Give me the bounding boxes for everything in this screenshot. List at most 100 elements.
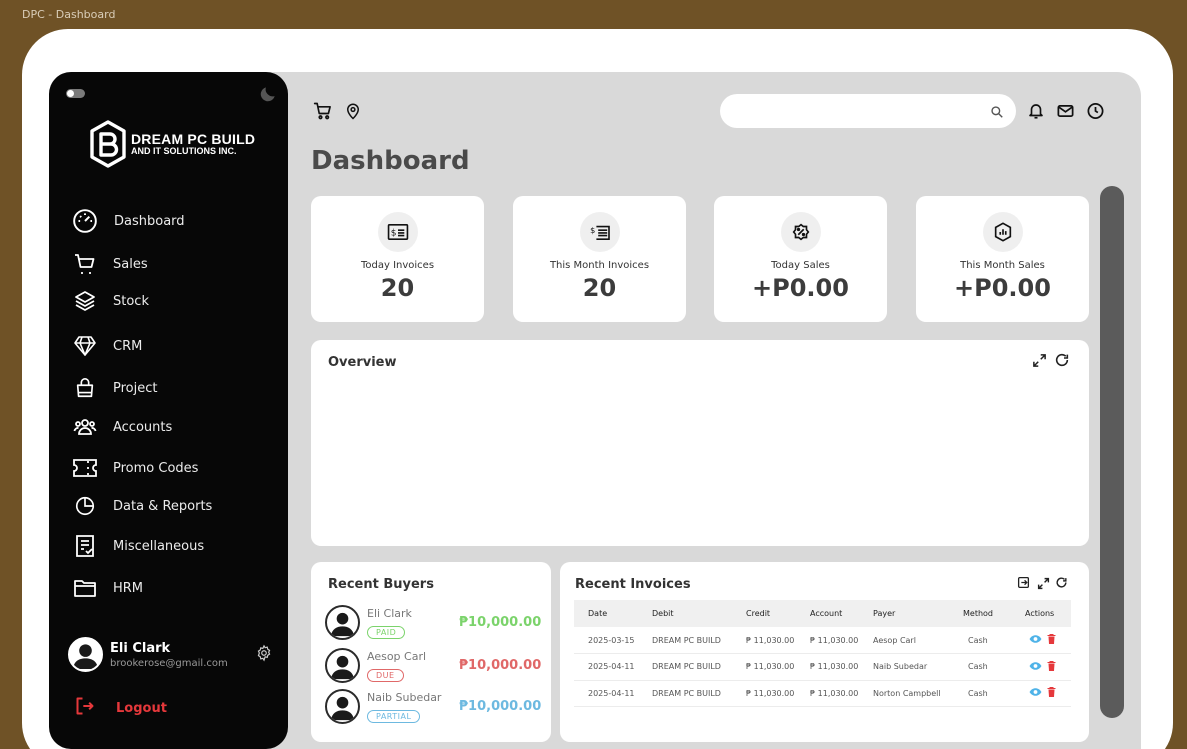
delete-icon[interactable] bbox=[1047, 687, 1056, 698]
search-input[interactable] bbox=[720, 94, 970, 128]
refresh-icon[interactable] bbox=[1055, 574, 1068, 593]
clock-icon[interactable] bbox=[1086, 101, 1106, 121]
list-item[interactable]: Eli Clark PAID ₱10,000.00 bbox=[325, 605, 541, 640]
search-bar[interactable] bbox=[720, 94, 1016, 128]
sidebar-item-data-reports[interactable]: Data & Reports bbox=[71, 492, 212, 520]
status-badge: PAID bbox=[367, 625, 406, 639]
column-header: Account bbox=[796, 600, 859, 627]
expand-icon[interactable] bbox=[1032, 353, 1048, 369]
buyer-name: Eli Clark bbox=[367, 606, 412, 620]
sidebar-item-miscellaneous[interactable]: Miscellaneous bbox=[71, 532, 204, 560]
avatar bbox=[325, 605, 360, 640]
gear-icon[interactable] bbox=[255, 644, 273, 662]
sidebar-item-dashboard[interactable]: Dashboard bbox=[71, 207, 185, 235]
mail-icon[interactable] bbox=[1056, 101, 1076, 121]
stat-label: Today Sales bbox=[771, 260, 830, 271]
table-header-row: Date Debit Credit Account Payer Method A… bbox=[574, 600, 1071, 627]
list-item[interactable]: Aesop Carl DUE ₱10,000.00 bbox=[325, 648, 542, 683]
delete-icon[interactable] bbox=[1047, 634, 1056, 644]
user-email: brookerose@gmail.com bbox=[110, 657, 228, 669]
page-title: Dashboard bbox=[311, 146, 470, 176]
avatar bbox=[325, 648, 360, 683]
sidebar-item-label: Project bbox=[113, 380, 158, 396]
cell-method: Cash bbox=[949, 627, 1011, 654]
cell-method: Cash bbox=[949, 653, 1011, 681]
recent-buyers-panel: Recent Buyers Eli Clark PAID ₱10,000.00 … bbox=[311, 562, 551, 742]
buyer-name: Aesop Carl bbox=[367, 649, 427, 663]
avatar bbox=[325, 689, 360, 724]
logout-button[interactable]: Logout bbox=[75, 696, 167, 720]
delete-icon[interactable] bbox=[1047, 660, 1056, 671]
cell-date: 2025-03-15 bbox=[574, 627, 638, 654]
cart-icon bbox=[71, 250, 99, 278]
diamond-icon bbox=[71, 332, 99, 360]
bell-icon[interactable] bbox=[1027, 101, 1047, 121]
recent-buyers-title: Recent Buyers bbox=[328, 577, 434, 592]
moon-icon[interactable] bbox=[258, 84, 278, 104]
cell-account: ₱ 11,030.00 bbox=[796, 653, 859, 681]
sidebar-item-label: Stock bbox=[113, 293, 149, 309]
refresh-icon[interactable] bbox=[1054, 352, 1070, 368]
cell-date: 2025-04-11 bbox=[574, 680, 638, 707]
brand-logo: DREAM PC BUILD AND IT SOLUTIONS INC. bbox=[89, 120, 255, 168]
brand-subtitle: AND IT SOLUTIONS INC. bbox=[131, 146, 237, 156]
users-icon bbox=[71, 413, 99, 441]
column-header: Date bbox=[574, 600, 638, 627]
sidebar-item-label: Dashboard bbox=[114, 213, 185, 229]
sidebar-item-promo-codes[interactable]: Promo Codes bbox=[71, 454, 198, 482]
chart-badge-icon bbox=[982, 212, 1023, 252]
cell-credit: ₱ 11,030.00 bbox=[732, 680, 796, 707]
pie-chart-icon bbox=[71, 492, 99, 520]
location-pin-icon[interactable] bbox=[344, 101, 364, 121]
stat-label: This Month Sales bbox=[960, 260, 1045, 271]
ticket-icon bbox=[71, 454, 99, 482]
cell-method: Cash bbox=[949, 680, 1011, 707]
cell-debit: DREAM PC BUILD bbox=[638, 680, 732, 707]
sidebar-item-label: Sales bbox=[113, 256, 148, 272]
invoice-list-icon: $ bbox=[579, 212, 620, 252]
sidebar-item-accounts[interactable]: Accounts bbox=[71, 413, 172, 441]
list-item[interactable]: Naib Subedar PARTIAL ₱10,000.00 bbox=[325, 689, 541, 724]
column-header: Debit bbox=[638, 600, 732, 627]
expand-icon[interactable] bbox=[1037, 575, 1050, 594]
table-row[interactable]: 2025-03-15 DREAM PC BUILD ₱ 11,030.00 ₱ … bbox=[574, 627, 1071, 654]
sidebar-item-label: CRM bbox=[113, 338, 143, 354]
vertical-scrollbar[interactable] bbox=[1100, 186, 1124, 718]
status-badge: PARTIAL bbox=[367, 709, 421, 723]
sidebar: DREAM PC BUILD AND IT SOLUTIONS INC. Das… bbox=[49, 72, 288, 749]
layers-icon bbox=[71, 287, 99, 315]
stat-value: 20 bbox=[582, 274, 617, 302]
export-icon[interactable] bbox=[1017, 574, 1030, 593]
stat-card-today-invoices: $ Today Invoices 20 bbox=[311, 196, 484, 322]
user-profile[interactable]: Eli Clark brookerose@gmail.com bbox=[68, 637, 228, 672]
view-icon[interactable] bbox=[1029, 634, 1042, 644]
sidebar-item-stock[interactable]: Stock bbox=[71, 287, 149, 315]
cell-payer: Aesop Carl bbox=[859, 627, 949, 654]
buyer-amount: ₱10,000.00 bbox=[459, 658, 542, 673]
table-row[interactable]: 2025-04-11 DREAM PC BUILD ₱ 11,030.00 ₱ … bbox=[574, 680, 1071, 707]
theme-toggle[interactable] bbox=[66, 89, 85, 98]
view-icon[interactable] bbox=[1029, 661, 1042, 671]
window-title: DPC - Dashboard bbox=[22, 8, 116, 21]
view-icon[interactable] bbox=[1029, 687, 1042, 697]
gauge-icon bbox=[71, 207, 99, 235]
logout-label: Logout bbox=[116, 700, 167, 716]
sidebar-item-project[interactable]: Project bbox=[71, 374, 157, 402]
sidebar-item-sales[interactable]: Sales bbox=[71, 250, 148, 278]
buyer-name: Naib Subedar bbox=[367, 690, 442, 704]
logo-mark-icon bbox=[90, 120, 126, 168]
column-header: Method bbox=[949, 600, 1011, 627]
avatar bbox=[68, 637, 103, 672]
stat-card-today-sales: Today Sales +P0.00 bbox=[714, 196, 887, 322]
sidebar-item-hrm[interactable]: HRM bbox=[71, 574, 143, 602]
sidebar-item-label: Accounts bbox=[113, 419, 173, 435]
cell-payer: Naib Subedar bbox=[859, 653, 949, 681]
user-name: Eli Clark bbox=[110, 640, 171, 656]
sidebar-item-crm[interactable]: CRM bbox=[71, 332, 142, 360]
search-icon[interactable] bbox=[990, 104, 1004, 118]
svg-text:$: $ bbox=[590, 225, 595, 235]
stat-label: This Month Invoices bbox=[549, 260, 650, 271]
table-row[interactable]: 2025-04-11 DREAM PC BUILD ₱ 11,030.00 ₱ … bbox=[574, 653, 1071, 681]
cart-icon[interactable] bbox=[313, 101, 333, 121]
folder-icon bbox=[71, 574, 99, 602]
